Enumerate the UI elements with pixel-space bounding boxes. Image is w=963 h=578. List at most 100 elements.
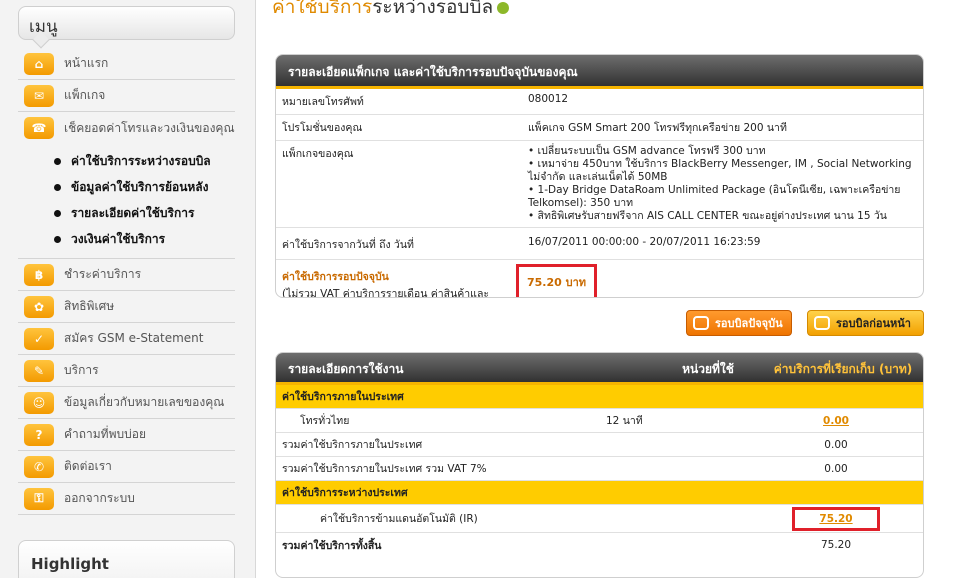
col-charge-header: ค่าบริการที่เรียกเก็บ (บาท) bbox=[773, 362, 913, 376]
main-content: ค่าใช้บริการระหว่างรอบบิล รายละเอียดแพ็ก… bbox=[256, 0, 963, 578]
usage-panel-header: รายละเอียดการใช้งาน หน่วยที่ใช้ ค่าบริกา… bbox=[276, 353, 923, 385]
list-item: • เหมาจ่าย 450บาท ใช้บริการ BlackBerry M… bbox=[528, 158, 912, 183]
submenu-item-label: วงเงินค่าใช้บริการ bbox=[71, 231, 166, 246]
sidebar-item-logout[interactable]: ⚿ ออกจากระบบ bbox=[18, 483, 235, 515]
list-item: • เปลี่ยนระบบเป็น GSM advance โทรฟรี 300… bbox=[528, 145, 766, 157]
ir-cell: 75.20 bbox=[756, 506, 916, 531]
sidebar-item-label: สิทธิพิเศษ bbox=[64, 299, 115, 313]
package-table: หมายเลขโทรศัพท์ 080012 โปรโมชั่นของคุณ แ… bbox=[276, 89, 923, 298]
domestic-total-label: รวมค่าใช้บริการภายในประเทศ bbox=[282, 439, 423, 451]
period-value: 16/07/2011 00:00:00 - 20/07/2011 16:23:5… bbox=[528, 227, 923, 260]
previous-bill-button[interactable]: รอบบิลก่อนหน้า bbox=[807, 310, 924, 336]
sidebar-item-label: บริการ bbox=[64, 363, 99, 377]
current-bill-label: รอบบิลปัจจุบัน bbox=[715, 317, 783, 330]
usage-panel: รายละเอียดการใช้งาน หน่วยที่ใช้ ค่าบริกา… bbox=[275, 352, 924, 578]
intl-section-label: ค่าใช้บริการระหว่างประเทศ bbox=[282, 487, 408, 499]
list-item: • 1-Day Bridge DataRoam Unlimited Packag… bbox=[528, 184, 901, 209]
phone-bill-icon: ☎ bbox=[24, 117, 54, 139]
table-row: รวมค่าใช้บริการภายในประเทศ รวม VAT 7% 0.… bbox=[276, 457, 923, 481]
submenu-item-label: ค่าใช้บริการระหว่างรอบบิล bbox=[71, 153, 211, 168]
domestic-section-row: ค่าใช้บริการภายในประเทศ bbox=[276, 385, 923, 409]
payment-icon: ฿ bbox=[24, 263, 54, 286]
sidebar-item-check-balance[interactable]: ☎ เช็คยอดค่าโทรและวงเงินของคุณ bbox=[18, 112, 235, 144]
highlight-box-red: 75.20 bbox=[792, 506, 880, 531]
col-detail-header: รายละเอียดการใช้งาน bbox=[288, 361, 404, 376]
package-label: แพ็กเกจของคุณ bbox=[276, 140, 528, 228]
contact-icon: ✆ bbox=[24, 455, 54, 478]
current-bill-button[interactable]: รอบบิลปัจจุบัน bbox=[686, 310, 792, 336]
highlight-box-red: 75.20 บาท bbox=[516, 264, 598, 297]
previous-bill-label: รอบบิลก่อนหน้า bbox=[836, 317, 911, 330]
domestic-section-label: ค่าใช้บริการภายในประเทศ bbox=[282, 391, 404, 403]
sidebar-item-label: ชำระค่าบริการ bbox=[64, 267, 142, 281]
faq-icon: ? bbox=[24, 423, 54, 446]
page-title-part2: ระหว่างรอบบิล bbox=[372, 0, 494, 18]
page-title-part1: ค่าใช้บริการ bbox=[272, 0, 373, 18]
sidebar-submenu: ค่าใช้บริการระหว่างรอบบิล ข้อมูลค่าใช้บร… bbox=[18, 144, 235, 259]
current-charge-value: 75.20 บาท bbox=[527, 276, 587, 289]
list-item: • สิทธิพิเศษรับสายฟรีจาก AIS CALL CENTER… bbox=[528, 210, 887, 222]
sidebar-item-estatement[interactable]: ✓ สมัคร GSM e-Statement bbox=[18, 323, 235, 355]
sidebar-nav: ⌂ หน้าแรก ✉ แพ็กเกจ ☎ เช็คยอดค่าโทรและวง… bbox=[18, 48, 235, 515]
package-list-cell: • เปลี่ยนระบบเป็น GSM advance โทรฟรี 300… bbox=[528, 140, 923, 228]
domestic-call-unit: 12 นาที bbox=[606, 415, 643, 427]
submenu-item-credit-limit[interactable]: วงเงินค่าใช้บริการ bbox=[18, 226, 235, 252]
grand-total-label: รวมค่าใช้บริการทั้งสิ้น bbox=[282, 539, 382, 552]
table-row: รวมค่าใช้บริการภายในประเทศ 0.00 bbox=[276, 433, 923, 457]
promo-label: โปรโมชั่นของคุณ bbox=[276, 114, 528, 141]
table-row: ค่าใช้บริการข้ามแดนอัตโนมัติ (IR) 75.20 bbox=[276, 505, 923, 533]
submenu-item-history[interactable]: ข้อมูลค่าใช้บริการย้อนหลัง bbox=[18, 174, 235, 200]
current-charge-label: ค่าใช้บริการรอบปัจจุบัน bbox=[282, 271, 389, 283]
page: เมนู ⌂ หน้าแรก ✉ แพ็กเกจ ☎ เช็คยอดค่าโทร… bbox=[0, 0, 963, 578]
current-charge-cell: 75.20 บาท bbox=[516, 260, 923, 297]
domestic-call-cell: 0.00 bbox=[756, 415, 916, 427]
sidebar-item-label: แพ็กเกจ bbox=[64, 88, 106, 102]
gift-icon: ✿ bbox=[24, 295, 54, 318]
sidebar-item-package[interactable]: ✉ แพ็กเกจ bbox=[18, 80, 235, 112]
service-icon: ✎ bbox=[24, 359, 54, 382]
menu-header: เมนู bbox=[18, 6, 235, 49]
package-panel: รายละเอียดแพ็กเกจ และค่าใช้บริการรอบปัจจ… bbox=[275, 54, 924, 298]
domestic-call-value-link[interactable]: 0.00 bbox=[823, 415, 849, 427]
package-icon: ✉ bbox=[24, 84, 54, 107]
table-row: โทรทั่วไทย 12 นาที 0.00 bbox=[276, 409, 923, 433]
phone-label: หมายเลขโทรศัพท์ bbox=[276, 89, 528, 115]
bullet-icon bbox=[54, 157, 61, 165]
home-icon: ⌂ bbox=[24, 52, 54, 75]
logout-icon: ⚿ bbox=[24, 487, 54, 510]
bullet-icon bbox=[54, 235, 61, 243]
sidebar-item-contact[interactable]: ✆ ติดต่อเรา bbox=[18, 451, 235, 483]
sidebar-item-privilege[interactable]: ✿ สิทธิพิเศษ bbox=[18, 291, 235, 323]
bullet-icon bbox=[54, 183, 61, 191]
intl-section-row: ค่าใช้บริการระหว่างประเทศ bbox=[276, 481, 923, 505]
highlight-title: Highlight bbox=[31, 555, 109, 573]
current-charge-note: (ไม่รวม VAT ค่าบริการรายเดือน ค่าสินค้าแ… bbox=[282, 288, 490, 298]
sidebar-item-label: หน้าแรก bbox=[64, 56, 109, 70]
table-row: โปรโมชั่นของคุณ แพ็คเกจ GSM Smart 200 โท… bbox=[276, 114, 923, 141]
sidebar-item-service[interactable]: ✎ บริการ bbox=[18, 355, 235, 387]
sidebar-item-label: ข้อมูลเกี่ยวกับหมายเลขของคุณ bbox=[64, 395, 225, 409]
phone-value: 080012 bbox=[528, 89, 923, 115]
sidebar-item-payment[interactable]: ฿ ชำระค่าบริการ bbox=[18, 259, 235, 291]
bill-icon bbox=[693, 316, 709, 330]
domestic-total-value: 0.00 bbox=[824, 438, 848, 451]
submenu-item-details[interactable]: รายละเอียดค่าใช้บริการ bbox=[18, 200, 235, 226]
sidebar-item-faq[interactable]: ? คำถามที่พบบ่อย bbox=[18, 419, 235, 451]
statement-icon: ✓ bbox=[24, 327, 54, 350]
submenu-item-current-cycle[interactable]: ค่าใช้บริการระหว่างรอบบิล bbox=[18, 148, 235, 174]
sidebar-item-home[interactable]: ⌂ หน้าแรก bbox=[18, 48, 235, 80]
sidebar-item-number-info[interactable]: ☺ ข้อมูลเกี่ยวกับหมายเลขของคุณ bbox=[18, 387, 235, 419]
table-row: หมายเลขโทรศัพท์ 080012 bbox=[276, 89, 923, 115]
page-title: ค่าใช้บริการระหว่างรอบบิล bbox=[272, 0, 510, 22]
submenu-item-label: ข้อมูลค่าใช้บริการย้อนหลัง bbox=[71, 179, 209, 194]
promo-value: แพ็คเกจ GSM Smart 200 โทรฟรีทุกเครือข่าย… bbox=[528, 114, 923, 141]
arrow-right-icon bbox=[497, 1, 510, 14]
table-row: รวมค่าใช้บริการทั้งสิ้น 75.20 bbox=[276, 533, 923, 557]
sidebar-item-label: คำถามที่พบบ่อย bbox=[64, 427, 146, 441]
domestic-call-label: โทรทั่วไทย bbox=[300, 415, 350, 427]
ir-value-link[interactable]: 75.20 bbox=[819, 513, 852, 525]
submenu-item-label: รายละเอียดค่าใช้บริการ bbox=[71, 205, 195, 220]
bill-icon bbox=[814, 316, 830, 330]
period-label: ค่าใช้บริการจากวันที่ ถึง วันที่ bbox=[276, 227, 528, 260]
sidebar: เมนู ⌂ หน้าแรก ✉ แพ็กเกจ ☎ เช็คยอดค่าโทร… bbox=[0, 0, 256, 578]
